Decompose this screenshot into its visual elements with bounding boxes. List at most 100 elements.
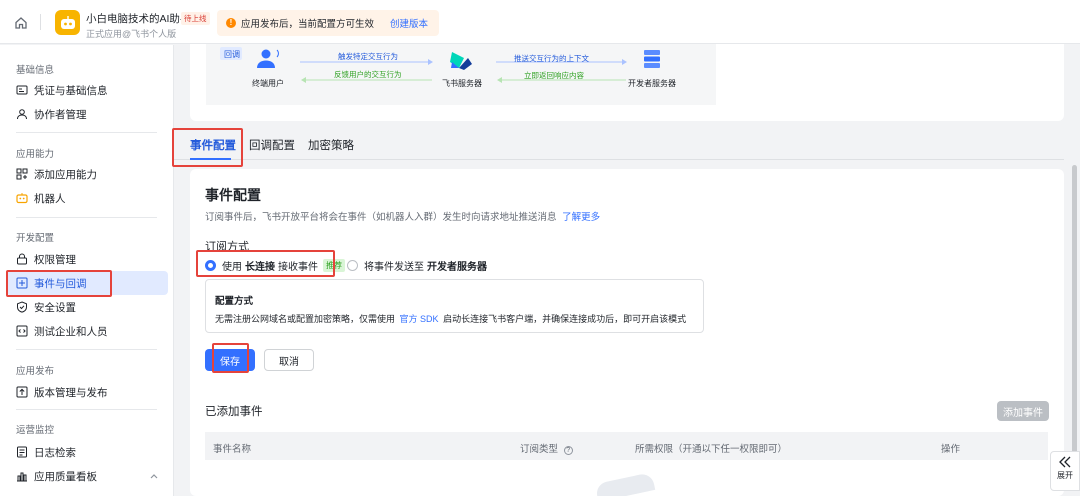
app-logo bbox=[55, 10, 80, 35]
double-chevron-left-icon bbox=[1059, 456, 1071, 468]
column-header: 事件名称 bbox=[213, 444, 252, 455]
scrollbar[interactable] bbox=[1072, 165, 1077, 465]
section-description: 订阅事件后，飞书开放平台将会在事件（如机器人入群）发生时向请求地址推送消息 了解… bbox=[205, 209, 600, 223]
node-feishu-server: 飞书服务器 bbox=[442, 78, 482, 88]
sidebar-section-title: 应用能力 bbox=[16, 149, 55, 160]
shield-icon bbox=[17, 301, 27, 313]
arrow-label: 触发特定交互行为 bbox=[338, 51, 398, 61]
sidebar-item-label: 应用质量看板 bbox=[34, 470, 97, 483]
config-method-desc: 无需注册公网域名或配置加密策略，仅需使用 官方 SDK 启动长连接飞书客户端，并… bbox=[215, 312, 686, 325]
sidebar-item-label: 机器人 bbox=[34, 192, 66, 205]
arrow-label: 立即返回响应内容 bbox=[524, 70, 584, 80]
highlight-box bbox=[212, 343, 249, 373]
events-table-header: 事件名称 订阅类型 ? 所需权限（开通以下任一权限即可） 操作 bbox=[205, 432, 1048, 460]
app-title: 小白电脑技术的AI助手 bbox=[86, 13, 191, 25]
code-icon bbox=[16, 325, 28, 337]
sidebar-item-versions[interactable]: 版本管理与发布 bbox=[6, 380, 168, 404]
diagram-tag: 回调 bbox=[224, 50, 240, 59]
lock-icon bbox=[17, 253, 27, 265]
callback-flow-diagram: 回调 终端用户 触发特定交互行为 反馈用户的交互行为 飞书服务器 推送交互行为的… bbox=[206, 44, 716, 105]
chevron-up-icon[interactable] bbox=[150, 473, 158, 479]
chart-icon bbox=[17, 472, 27, 482]
tab-encryption[interactable]: 加密策略 bbox=[308, 137, 354, 153]
added-events-title: 已添加事件 bbox=[205, 406, 263, 418]
credential-icon bbox=[16, 85, 28, 95]
column-header: 操作 bbox=[941, 444, 961, 455]
sidebar-item-quality-dashboard[interactable]: 应用质量看板 bbox=[6, 464, 168, 488]
arrow-head bbox=[622, 59, 627, 65]
warning-icon: ! bbox=[226, 18, 236, 28]
top-bar: 小白电脑技术的AI助手 待上线 正式应用@飞书个人版 ! 应用发布后，当前配置方… bbox=[0, 0, 1080, 44]
config-method-box: 配置方式 无需注册公网域名或配置加密策略，仅需使用 官方 SDK 启动长连接飞书… bbox=[205, 279, 704, 333]
tab-callback-config[interactable]: 回调配置 bbox=[249, 137, 295, 153]
highlight-box bbox=[6, 270, 112, 297]
arrow-label: 推送交互行为的上下文 bbox=[514, 53, 589, 63]
radio-unchecked-icon bbox=[347, 260, 358, 271]
sidebar-item-label: 权限管理 bbox=[34, 253, 76, 266]
highlight-box bbox=[196, 250, 335, 277]
official-sdk-link[interactable]: 官方 SDK bbox=[400, 314, 439, 324]
arrow-label: 反馈用户的交互行为 bbox=[334, 69, 402, 79]
sidebar-section-title: 运营监控 bbox=[16, 425, 55, 436]
sidebar-item-robot[interactable]: 机器人 bbox=[6, 186, 168, 210]
sidebar-item-label: 版本管理与发布 bbox=[34, 386, 108, 399]
node-end-user: 终端用户 bbox=[252, 78, 284, 88]
sidebar-item-test-users[interactable]: 测试企业和人员 bbox=[6, 319, 168, 343]
arrow-head bbox=[497, 77, 502, 83]
home-icon[interactable] bbox=[14, 16, 28, 30]
sidebar-item-collaborators[interactable]: 协作者管理 bbox=[6, 102, 168, 126]
config-tabs: 事件配置 回调配置 加密策略 bbox=[174, 125, 1064, 160]
sidebar-item-label: 添加应用能力 bbox=[34, 168, 97, 181]
option-text: 将事件发送至 bbox=[364, 262, 424, 273]
divider bbox=[16, 349, 157, 350]
node-developer-server: 开发者服务器 bbox=[628, 78, 676, 88]
sidebar-item-label: 测试企业和人员 bbox=[34, 325, 108, 338]
sidebar-item-permissions[interactable]: 权限管理 bbox=[6, 247, 168, 271]
status-badge: 待上线 bbox=[181, 12, 210, 25]
robot-icon bbox=[16, 193, 28, 204]
sidebar-item-security[interactable]: 安全设置 bbox=[6, 295, 168, 319]
sidebar-section-title: 基础信息 bbox=[16, 65, 55, 76]
sidebar-section-title: 应用发布 bbox=[16, 366, 55, 377]
sidebar-item-logs[interactable]: 日志检索 bbox=[6, 440, 168, 464]
help-icon[interactable]: ? bbox=[563, 446, 573, 455]
learn-more-link[interactable]: 了解更多 bbox=[562, 212, 600, 223]
create-version-link[interactable]: 创建版本 bbox=[390, 16, 428, 30]
divider bbox=[16, 217, 157, 218]
divider bbox=[16, 409, 157, 410]
divider bbox=[40, 14, 41, 30]
highlight-box bbox=[172, 128, 243, 167]
sidebar-item-add-capability[interactable]: 添加应用能力 bbox=[6, 162, 168, 186]
config-desc-text: 无需注册公网域名或配置加密策略，仅需使用 bbox=[215, 314, 396, 324]
robot-face-icon bbox=[60, 15, 75, 29]
arrow-head bbox=[301, 77, 306, 83]
sidebar-section-title: 开发配置 bbox=[16, 233, 55, 244]
add-event-button[interactable]: 添加事件 bbox=[997, 401, 1049, 421]
sidebar-item-credentials[interactable]: 凭证与基础信息 bbox=[6, 78, 168, 102]
config-desc-text: 启动长连接飞书客户端，并确保连接成功后，即可开启该模式 bbox=[443, 314, 687, 324]
developer-server-icon bbox=[644, 50, 660, 68]
section-title: 事件配置 bbox=[205, 187, 261, 203]
grid-plus-icon bbox=[16, 168, 28, 180]
publish-notice: ! 应用发布后，当前配置方可生效 创建版本 bbox=[217, 10, 439, 36]
column-header-text: 订阅类型 bbox=[520, 444, 559, 455]
sidebar-item-label: 凭证与基础信息 bbox=[34, 84, 108, 97]
config-method-title: 配置方式 bbox=[215, 296, 254, 307]
option-bold: 开发者服务器 bbox=[427, 262, 487, 273]
divider bbox=[16, 132, 157, 133]
sidebar-item-label: 安全设置 bbox=[34, 301, 76, 314]
end-user-icon bbox=[257, 49, 279, 68]
log-icon bbox=[17, 446, 27, 458]
notice-text: 应用发布后，当前配置方可生效 bbox=[241, 19, 375, 30]
sidebar-item-label: 日志检索 bbox=[34, 446, 76, 459]
column-header: 订阅类型 ? bbox=[520, 441, 573, 455]
expand-panel-button[interactable]: 展开 bbox=[1050, 451, 1080, 491]
cancel-button[interactable]: 取消 bbox=[264, 349, 314, 371]
app-subtitle: 正式应用@飞书个人版 bbox=[86, 29, 177, 39]
user-icon bbox=[17, 109, 27, 120]
arrow-head bbox=[428, 59, 433, 65]
expand-label: 展开 bbox=[1057, 471, 1073, 480]
radio-developer-server[interactable]: 将事件发送至 开发者服务器 bbox=[347, 258, 487, 273]
description-text: 订阅事件后，飞书开放平台将会在事件（如机器人入群）发生时向请求地址推送消息 bbox=[205, 212, 557, 223]
feishu-server-icon bbox=[450, 52, 472, 70]
